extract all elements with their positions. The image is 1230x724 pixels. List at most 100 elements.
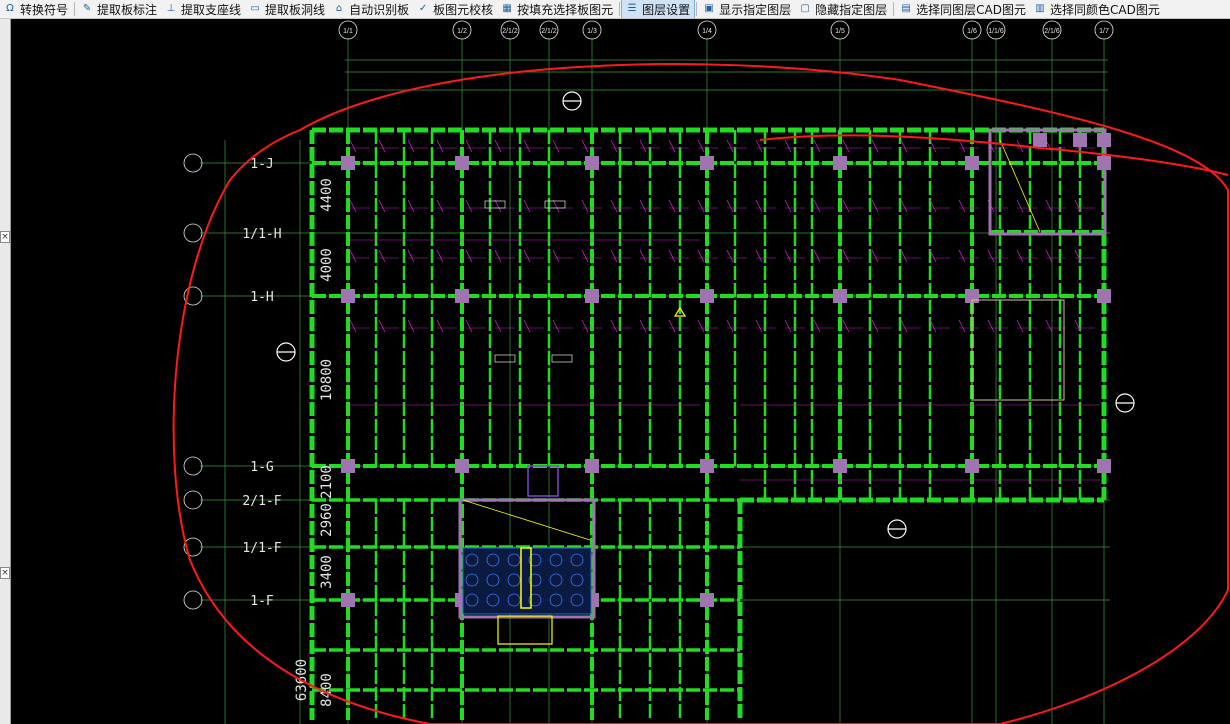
toolbar-separator — [74, 2, 76, 16]
rebar-mark — [726, 319, 734, 333]
rebar-mark — [697, 249, 705, 263]
rebar-mark — [581, 319, 589, 333]
toolbar-button-label: 按填充选择板图元 — [517, 2, 614, 17]
toolbar-button-extract-slab-hole[interactable]: ▭ 提取板洞线 — [245, 0, 329, 18]
close-icon[interactable]: × — [0, 567, 10, 579]
rebar-mark — [436, 319, 444, 333]
column — [585, 289, 599, 303]
toolbar-button-select-same-layer[interactable]: ▤ 选择同图层CAD图元 — [896, 0, 1030, 18]
rebar-mark — [842, 249, 850, 263]
axis-label: 1-J — [250, 157, 273, 172]
close-icon[interactable]: × — [0, 231, 10, 243]
layer-settings-icon: ☰ — [627, 3, 637, 14]
rebar-mark — [726, 199, 734, 213]
toolbar-button-label: 选择同图层CAD图元 — [916, 2, 1026, 17]
toolbar-button-extract-support-line[interactable]: ⊥ 提取支座线 — [161, 0, 245, 18]
rebar-mark — [552, 139, 560, 153]
rebar-mark — [755, 199, 763, 213]
axis-label: 1/1-F — [242, 541, 281, 556]
rebar-mark — [668, 319, 676, 333]
column — [700, 593, 714, 607]
toolbar-button-label: 提取板标注 — [97, 2, 158, 17]
toolbar-button-extract-slab-label[interactable]: ✎ 提取板标注 — [77, 0, 161, 18]
slab-label-box — [484, 200, 506, 209]
rebar-mark — [697, 139, 705, 153]
beam-layer — [309, 127, 1107, 720]
elevator-core — [988, 128, 1107, 236]
rebar-mark — [813, 319, 821, 333]
axis-label: 1/7 — [1099, 28, 1109, 35]
select-same-layer-icon: ▤ — [901, 3, 911, 14]
toolbar-button-hide-layer[interactable]: ▢ 隐藏指定图层 — [795, 0, 891, 18]
column — [455, 289, 469, 303]
axis-label: 2/1-F — [242, 494, 281, 509]
rebar-mark — [1016, 319, 1024, 333]
toolbar-button-label: 提取板洞线 — [265, 2, 326, 17]
toolbar-button-fill-select-slab[interactable]: ▦ 按填充选择板图元 — [497, 0, 617, 18]
toolbar-separator — [619, 2, 621, 16]
rebar-mark — [407, 319, 415, 333]
rebar-mark — [813, 249, 821, 263]
axis-label: 1/2 — [457, 28, 467, 35]
toolbar-separator — [893, 2, 895, 16]
diagonal-line — [462, 499, 591, 541]
rebar-mark — [378, 139, 386, 153]
axis-label: 1-G — [250, 460, 274, 475]
rebar-mark — [465, 139, 473, 153]
rebar-mark — [639, 249, 647, 263]
toolbar-button-select-same-color[interactable]: ▥ 选择同颜色CAD图元 — [1030, 0, 1164, 18]
column — [341, 459, 355, 473]
toolbar-button-layer-settings[interactable]: ☰ 图层设置 — [621, 0, 696, 18]
shaft-opening — [527, 465, 559, 497]
axis-label: 1/1-H — [242, 227, 281, 242]
rebar-mark — [494, 319, 502, 333]
rebar-mark — [755, 139, 763, 153]
toolbar-button-label: 隐藏指定图层 — [815, 2, 888, 17]
rebar-mark — [900, 319, 908, 333]
column — [700, 289, 714, 303]
rebar-mark — [552, 249, 560, 263]
left-side-panel: × × — [0, 19, 11, 724]
rebar-mark — [813, 199, 821, 213]
rebar-mark — [523, 139, 531, 153]
column — [833, 289, 847, 303]
slab-element-check-icon: ✓ — [418, 3, 428, 14]
rebar-mark — [1045, 199, 1053, 213]
rebar-mark — [958, 199, 966, 213]
auto-identify-slab-icon: ⌂ — [335, 3, 343, 14]
rebar-mark — [639, 139, 647, 153]
yellow-frame — [497, 615, 553, 645]
rebar-mark — [639, 319, 647, 333]
rebar-mark — [610, 139, 618, 153]
diagonal-line — [999, 139, 1041, 233]
rebar-mark — [465, 199, 473, 213]
column — [341, 593, 355, 607]
rebar-mark — [349, 199, 357, 213]
rebar-mark — [871, 199, 879, 213]
slab-label-box — [494, 354, 516, 363]
rebar-mark — [436, 199, 444, 213]
axis-label: 1/5 — [835, 28, 845, 35]
revision-cloud-line — [759, 134, 1229, 176]
rebar-mark — [494, 139, 502, 153]
toolbar-button-symbol-convert[interactable]: Ω 转换符号 — [0, 0, 72, 18]
rebar-mark — [784, 199, 792, 213]
rebar-mark — [958, 249, 966, 263]
axis-bubble — [183, 490, 203, 510]
rebar-mark — [842, 139, 850, 153]
select-same-color-icon: ▥ — [1035, 3, 1045, 14]
toolbar-button-slab-element-check[interactable]: ✓ 板图元校核 — [413, 0, 497, 18]
rebar-mark — [610, 319, 618, 333]
rebar-mark — [407, 139, 415, 153]
axis-bubble — [183, 456, 203, 476]
toolbar-button-label: 转换符号 — [20, 2, 69, 17]
column — [1073, 133, 1087, 147]
toolbar-button-show-layer[interactable]: ▣ 显示指定图层 — [699, 0, 795, 18]
rebar-mark — [668, 139, 676, 153]
extract-slab-label-icon: ✎ — [82, 3, 92, 14]
extract-support-line-icon: ⊥ — [166, 3, 176, 14]
rebar-mark — [552, 319, 560, 333]
toolbar-button-auto-identify-slab[interactable]: ⌂ 自动识别板 — [329, 0, 413, 18]
cad-drawing-canvas[interactable]: 1/1 1/2 2/1/2 2/1/2 1/3 1/4 1/5 1/6 1/1/6 2/1/6 1/… — [11, 19, 1230, 724]
rebar-mark — [987, 249, 995, 263]
